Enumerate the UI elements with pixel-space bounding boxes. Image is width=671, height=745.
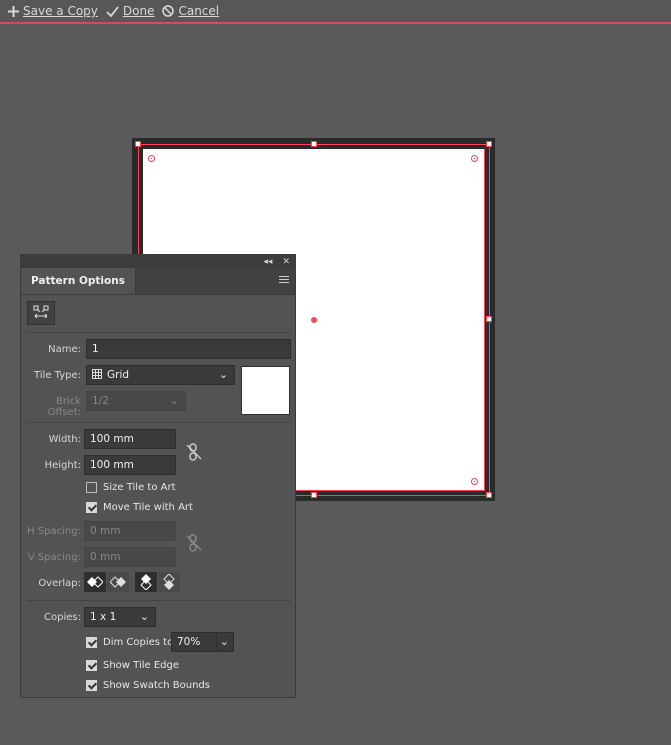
tile-swatch-preview [241, 366, 290, 415]
left-in-front-icon [87, 576, 103, 588]
broken-link-icon[interactable] [186, 443, 202, 464]
show-tile-edge-label: Show Tile Edge [103, 660, 180, 671]
pattern-options-panel: ◂◂ ✕ Pattern Options Name: 1 Tile Type: … [20, 254, 296, 698]
size-tile-to-art-label: Size Tile to Art [103, 482, 176, 493]
resize-handle-bottom-center[interactable] [311, 492, 317, 498]
resize-handle-middle-right[interactable] [486, 316, 492, 322]
resize-handle-top-center[interactable] [311, 141, 317, 147]
tile-type-value: Grid [107, 369, 130, 381]
top-in-front-icon [140, 574, 152, 590]
save-copy-button[interactable]: Save a Copy [8, 4, 98, 18]
done-label: Done [122, 4, 155, 18]
height-field[interactable]: 100 mm [84, 455, 176, 475]
show-swatch-bounds-label: Show Swatch Bounds [103, 680, 210, 691]
pattern-tile-tool-icon [33, 305, 49, 322]
tile-type-dropdown[interactable]: Grid ⌄ [86, 365, 235, 385]
height-label: Height: [44, 460, 81, 471]
resize-handle-top-right[interactable] [486, 141, 492, 147]
brick-offset-value: 1/2 [92, 395, 109, 407]
v-spacing-label: V Spacing: [27, 552, 81, 563]
panel-titlebar[interactable]: ◂◂ ✕ [21, 255, 295, 268]
broken-link-icon[interactable] [186, 534, 202, 555]
copies-dropdown[interactable]: 1 x 1 ⌄ [84, 607, 156, 627]
collapse-panel-icon[interactable]: ◂◂ [263, 257, 272, 267]
tab-pattern-options[interactable]: Pattern Options [21, 268, 136, 294]
tile-corner-marker [148, 155, 155, 162]
width-field[interactable]: 100 mm [84, 429, 176, 449]
top-in-front-button[interactable] [135, 572, 157, 592]
name-field[interactable]: 1 [86, 339, 291, 359]
dim-copies-percent-field[interactable]: 70% [171, 632, 217, 652]
move-tile-with-art-checkbox[interactable] [86, 502, 97, 513]
h-spacing-field[interactable]: 0 mm [84, 521, 176, 541]
chevron-down-icon: ⌄ [169, 394, 179, 407]
section-divider [27, 422, 291, 423]
cancel-button[interactable]: Cancel [162, 4, 219, 18]
show-tile-edge-checkbox[interactable] [86, 660, 97, 671]
show-tile-edge-option[interactable]: Show Tile Edge [86, 660, 179, 671]
chevron-down-icon: ⌄ [218, 368, 228, 381]
size-tile-to-art-checkbox[interactable] [86, 482, 97, 493]
cancel-icon [162, 5, 175, 17]
resize-handle-bottom-right[interactable] [486, 492, 492, 498]
move-tile-with-art-label: Move Tile with Art [103, 502, 193, 513]
dim-copies-checkbox[interactable] [86, 637, 97, 648]
save-copy-label: Save a Copy [23, 4, 98, 18]
copies-value: 1 x 1 [90, 611, 117, 623]
h-spacing-label: H Spacing: [27, 526, 81, 537]
width-label: Width: [48, 434, 81, 445]
copies-label: Copies: [44, 612, 81, 623]
size-tile-to-art-option[interactable]: Size Tile to Art [86, 482, 176, 493]
dim-copies-label: Dim Copies to: [103, 637, 177, 648]
pattern-edit-bar: Save a Copy Done Cancel [0, 0, 671, 24]
left-in-front-button[interactable] [84, 572, 106, 592]
move-tile-with-art-option[interactable]: Move Tile with Art [86, 502, 193, 513]
name-label: Name: [48, 344, 81, 355]
dim-copies-option[interactable]: Dim Copies to: [86, 637, 177, 648]
right-in-front-button[interactable] [107, 572, 129, 592]
overlap-label: Overlap: [38, 578, 81, 589]
bottom-in-front-icon [163, 574, 175, 590]
panel-menu-icon[interactable] [279, 276, 289, 285]
resize-handle-top-left[interactable] [135, 141, 141, 147]
tile-type-label: Tile Type: [33, 370, 81, 381]
tile-center-point [311, 317, 317, 323]
tile-corner-marker [471, 155, 478, 162]
panel-tab-bar: Pattern Options [21, 268, 295, 295]
brick-offset-label: Brick Offset: [47, 396, 81, 418]
bottom-in-front-button[interactable] [158, 572, 180, 592]
show-swatch-bounds-option[interactable]: Show Swatch Bounds [86, 680, 210, 691]
section-divider [27, 600, 291, 601]
brick-offset-dropdown[interactable]: 1/2 ⌄ [86, 391, 186, 411]
plus-icon [8, 5, 19, 17]
tile-corner-marker [471, 478, 478, 485]
dim-copies-dropdown-button[interactable]: ⌄ [216, 632, 234, 652]
v-spacing-field[interactable]: 0 mm [84, 547, 176, 567]
close-panel-icon[interactable]: ✕ [282, 257, 290, 267]
checkmark-icon [106, 5, 119, 17]
grid-icon [92, 369, 102, 382]
chevron-down-icon: ⌄ [219, 635, 229, 648]
done-button[interactable]: Done [106, 4, 155, 18]
chevron-down-icon: ⌄ [139, 610, 149, 623]
tile-inner-bound-right [484, 149, 485, 490]
show-swatch-bounds-checkbox[interactable] [86, 680, 97, 691]
pattern-tile-tool-button[interactable] [27, 301, 55, 325]
section-divider [27, 332, 291, 333]
cancel-label: Cancel [178, 4, 220, 18]
right-in-front-icon [110, 576, 126, 588]
